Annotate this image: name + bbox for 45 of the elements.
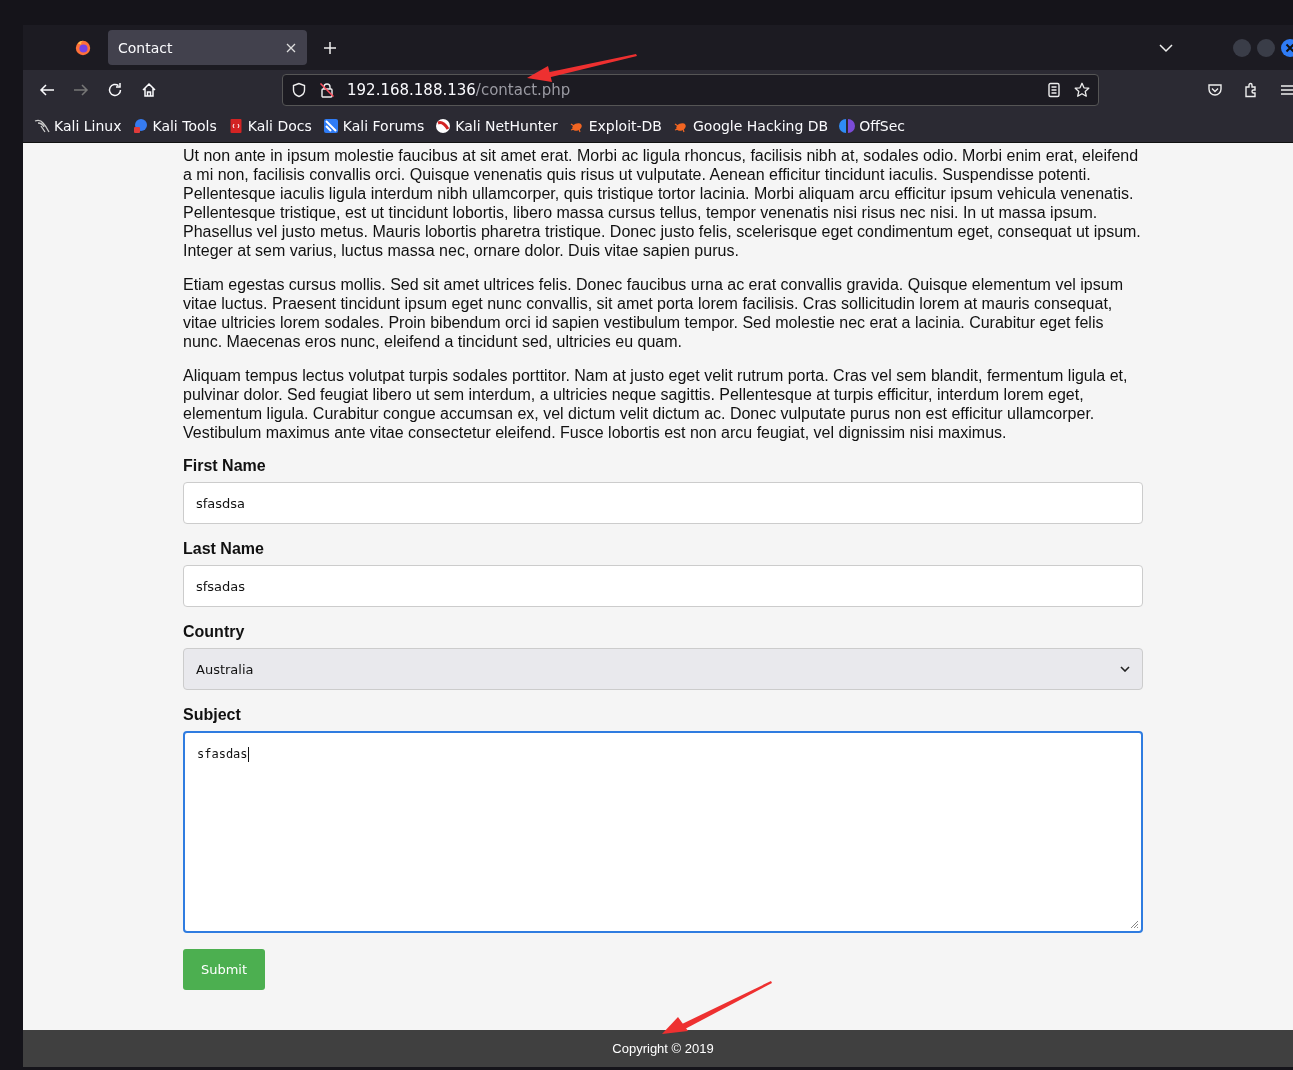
- forums-icon: [322, 118, 339, 134]
- browser-tab[interactable]: Contact: [108, 30, 307, 65]
- resize-grip-icon[interactable]: [1129, 919, 1139, 929]
- country-dropdown[interactable]: Australia: [183, 648, 1143, 690]
- lock-slash-icon[interactable]: [319, 82, 335, 98]
- url-text: 192.168.188.136/contact.php: [347, 81, 571, 99]
- bookmark-link[interactable]: Google Hacking DB: [673, 118, 829, 134]
- menu-icon[interactable]: [1279, 82, 1293, 98]
- body-paragraph: Aliquam tempus lectus volutpat turpis sodales porttitor. Nam at justo eget velit rutrum porta. Cras vel sem blandit, fermentum ligula et, pulvinar dolor. Sed feugiat libero ut sem interdum, a ultricies neque sagittis. Pellentesque at turpis efficitur, interdum lorem eget, elementum ligula. Curabitur congue accumsan ex, vel dictum velit dictum ac. Donec vulputate purus non est efficitur ullamcorper. Vestibulum maximus ante vitae consectetur eleifend. Fusce lobortis est non arcu feugiat, vel dignissim nisi maximus.: [183, 366, 1129, 442]
- bookmark-link[interactable]: Exploit-DB: [568, 118, 662, 134]
- field-label: Last Name: [183, 540, 265, 558]
- body-paragraph: Etiam egestas cursus mollis. Sed sit amet ultrices felis. Donec faucibus urna ac erat convallis gravida. Quisque elementum vel ipsum vitae luctus. Praesent tincidunt ipsum eget nunc convallis, sit amet porta lorem facilisis. Cras sollicitudin lorem at mauris consequat, vitae ultricies lorem sodales. Proin bibendum orci id sapien vestibulum tempor. Sed molestie nec erat a lacinia. Curabitur eget felis nunc. Maecenas eros nunc, eleifend a tincidunt sed, ultricies eu quam.: [183, 275, 1124, 351]
- field-label: Subject: [183, 706, 242, 724]
- nethunter-icon: [435, 118, 452, 134]
- firefox-logo-icon[interactable]: [74, 38, 92, 57]
- tab-title: Contact: [118, 39, 174, 56]
- reload-icon[interactable]: [107, 82, 123, 98]
- offsec-logo-icon: [839, 118, 856, 134]
- bookmark-link[interactable]: Kali Tools: [132, 118, 217, 134]
- bookmark-link[interactable]: Kali Linux: [34, 118, 122, 134]
- close-icon[interactable]: [1281, 38, 1293, 57]
- tools-icon: [132, 118, 149, 134]
- plus-icon[interactable]: [323, 40, 337, 55]
- text-input-field[interactable]: sfsadas: [183, 565, 1143, 607]
- close-icon[interactable]: [285, 41, 297, 54]
- back-icon[interactable]: [39, 82, 55, 98]
- copyright-text: Copyright © 2019: [612, 1041, 714, 1056]
- bookmark-link[interactable]: Kali Docs: [227, 118, 312, 134]
- home-icon[interactable]: [141, 82, 157, 98]
- bookmark-link[interactable]: OffSec: [839, 118, 906, 134]
- subject-text-area[interactable]: sfasdas: [183, 731, 1143, 933]
- field-label: Country: [183, 623, 246, 641]
- chevron-down-icon[interactable]: [1159, 42, 1173, 53]
- pocket-icon[interactable]: [1207, 82, 1223, 98]
- field-label: First Name: [183, 457, 267, 475]
- reader-view-icon[interactable]: [1046, 82, 1062, 98]
- body-paragraph: Ut non ante in ipsum molestie faucibus at sit amet erat. Morbi ac ligula rhoncus, facilisis nibh at, sodales odio. Morbi enim erat, eleifend a mi non, facilisis convallis orci. Quisque venenatis quis risus ut vulputate. Aenean efficitur tincidunt iaculis. Suspendisse potenti. Pellentesque iaculis ligula interdum nibh ullamcorper, quis tristique tortor lacinia. Morbi aliquam arcu efficitur ipsum vehicula venenatis. Pellentesque tristique, est ut tincidunt lobortis, libero massa cursus tellus, tempor venenatis nisi risus nec nisi. In ut massa ipsum. Phasellus vel justo metus. Mauris lobortis pharetra tristique. Donec justo felis, scelerisque eget condimentum eget, consequat ut ipsum. Integer at sem varius, luctus massa nec, ornare dolor. Duis vitae sapien purus.: [183, 146, 1142, 260]
- address-bar[interactable]: 192.168.188.136/contact.php: [282, 74, 1099, 106]
- chevron-down-icon: [1120, 666, 1130, 672]
- bookmark-link[interactable]: Kali NetHunter: [435, 118, 558, 134]
- shield-icon[interactable]: [291, 82, 307, 98]
- bookmark-link[interactable]: Kali Forums: [322, 118, 425, 134]
- star-icon[interactable]: [1074, 82, 1090, 98]
- puzzle-piece-icon[interactable]: [1243, 82, 1259, 98]
- text-input-field[interactable]: sfasdsa: [183, 482, 1143, 524]
